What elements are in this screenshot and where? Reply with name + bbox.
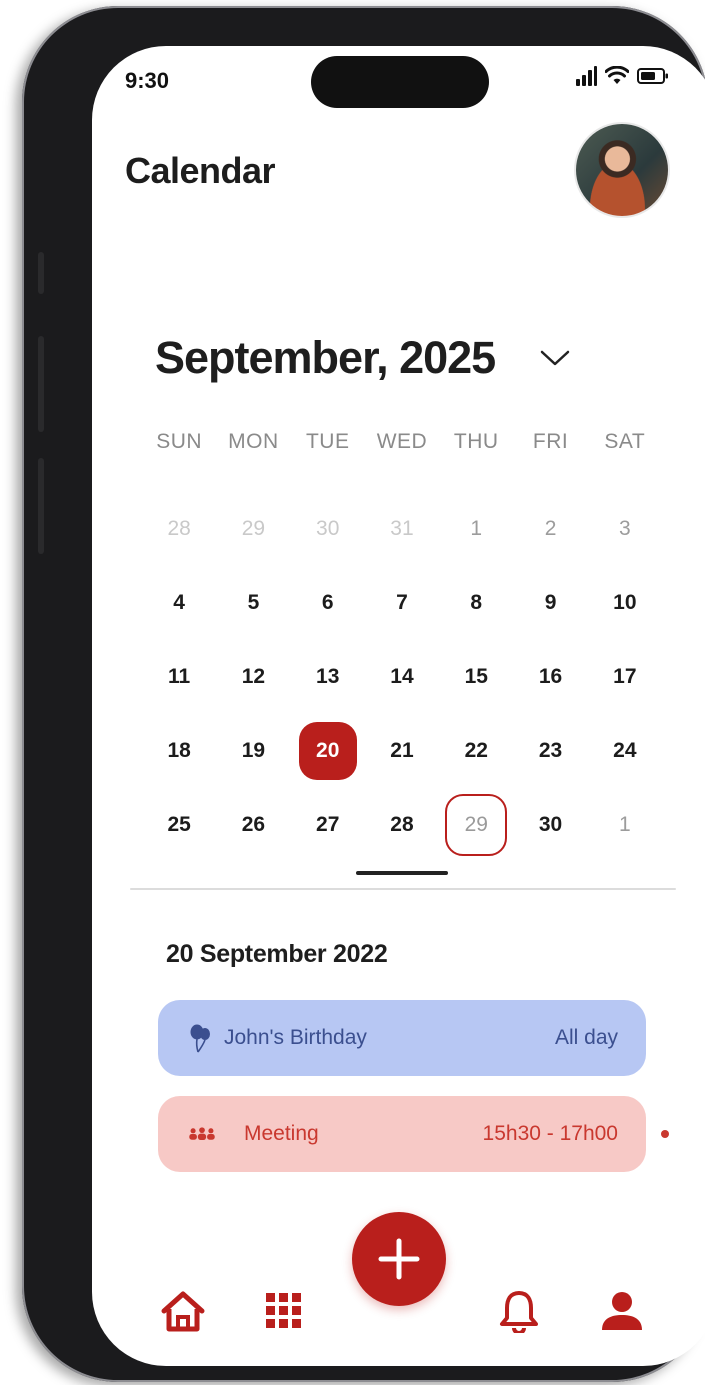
calendar-week: 25 26 27 28 29 30 1 bbox=[142, 788, 662, 862]
calendar-day[interactable]: 27 bbox=[291, 788, 365, 862]
calendar-day[interactable]: 21 bbox=[365, 714, 439, 788]
calendar-day[interactable]: 31 bbox=[365, 492, 439, 566]
calendar-day[interactable]: 30 bbox=[291, 492, 365, 566]
calendar-day[interactable]: 10 bbox=[588, 566, 662, 640]
month-dropdown-button[interactable] bbox=[537, 340, 573, 376]
calendar-grid: 28 29 30 31 1 2 3 4 5 6 7 8 9 10 11 12 1… bbox=[142, 492, 662, 862]
month-selector: September, 2025 bbox=[155, 332, 573, 384]
sheet-drag-handle[interactable] bbox=[356, 871, 448, 875]
dynamic-island bbox=[311, 56, 489, 108]
battery-icon bbox=[637, 68, 668, 84]
add-event-button[interactable] bbox=[352, 1212, 446, 1306]
calendar-day[interactable]: 30 bbox=[513, 788, 587, 862]
grid-icon bbox=[266, 1293, 301, 1328]
profile-icon bbox=[602, 1292, 642, 1330]
nav-profile[interactable] bbox=[597, 1286, 647, 1336]
nav-home[interactable] bbox=[158, 1286, 208, 1336]
home-icon bbox=[161, 1291, 205, 1332]
nav-notifications[interactable] bbox=[494, 1286, 544, 1336]
calendar-day[interactable]: 13 bbox=[291, 640, 365, 714]
calendar-week: 11 12 13 14 15 16 17 bbox=[142, 640, 662, 714]
page-title: Calendar bbox=[125, 150, 276, 191]
nav-apps[interactable] bbox=[259, 1286, 309, 1336]
weekday-label: TUE bbox=[305, 430, 350, 453]
calendar-day[interactable]: 6 bbox=[291, 566, 365, 640]
calendar-day[interactable]: 2 bbox=[513, 492, 587, 566]
bell-icon bbox=[500, 1291, 538, 1333]
calendar-day[interactable]: 1 bbox=[439, 492, 513, 566]
phone-frame: 9:30 Calendar September, 2025 SUN MON TU… bbox=[22, 6, 705, 1382]
calendar-day[interactable]: 11 bbox=[142, 640, 216, 714]
event-time: All day bbox=[554, 1026, 618, 1049]
calendar-day[interactable]: 14 bbox=[365, 640, 439, 714]
calendar-day[interactable]: 4 bbox=[142, 566, 216, 640]
calendar-day[interactable]: 9 bbox=[513, 566, 587, 640]
weekday-label: MON bbox=[228, 430, 279, 453]
weekday-label: SUN bbox=[156, 430, 203, 453]
calendar-day[interactable]: 3 bbox=[588, 492, 662, 566]
event-card-meeting[interactable]: Meeting 15h30 - 17h00 bbox=[158, 1096, 646, 1172]
calendar-day[interactable]: 28 bbox=[365, 788, 439, 862]
balloon-icon bbox=[188, 1023, 216, 1053]
calendar-day[interactable]: 23 bbox=[513, 714, 587, 788]
weekday-label: SAT bbox=[604, 430, 646, 453]
screen: 9:30 Calendar September, 2025 SUN MON TU… bbox=[92, 46, 705, 1366]
calendar-day-selected[interactable]: 20 bbox=[291, 714, 365, 788]
event-time: 15h30 - 17h00 bbox=[482, 1122, 618, 1145]
calendar-day[interactable]: 16 bbox=[513, 640, 587, 714]
calendar-day[interactable]: 29 bbox=[216, 492, 290, 566]
calendar-day[interactable]: 19 bbox=[216, 714, 290, 788]
calendar-day[interactable]: 5 bbox=[216, 566, 290, 640]
calendar-day[interactable]: 28 bbox=[142, 492, 216, 566]
group-icon bbox=[188, 1123, 216, 1145]
weekday-label: WED bbox=[376, 430, 428, 453]
calendar-day[interactable]: 12 bbox=[216, 640, 290, 714]
signal-icon bbox=[576, 66, 597, 86]
calendar-day[interactable]: 18 bbox=[142, 714, 216, 788]
month-label: September, 2025 bbox=[155, 332, 496, 383]
calendar-day[interactable]: 26 bbox=[216, 788, 290, 862]
event-indicator-dot bbox=[661, 1130, 669, 1138]
weekday-label: THU bbox=[453, 430, 499, 453]
weekday-label: FRI bbox=[532, 430, 569, 453]
side-button bbox=[38, 336, 44, 432]
status-icons bbox=[575, 66, 669, 86]
wifi-icon bbox=[605, 66, 629, 84]
calendar-week: 18 19 20 21 22 23 24 bbox=[142, 714, 662, 788]
calendar-day[interactable]: 24 bbox=[588, 714, 662, 788]
calendar-day[interactable]: 25 bbox=[142, 788, 216, 862]
calendar-day[interactable]: 17 bbox=[588, 640, 662, 714]
calendar-day[interactable]: 15 bbox=[439, 640, 513, 714]
calendar-day[interactable]: 1 bbox=[588, 788, 662, 862]
calendar-day[interactable]: 8 bbox=[439, 566, 513, 640]
agenda-date-heading: 20 September 2022 bbox=[166, 940, 388, 968]
event-title: Meeting bbox=[244, 1122, 319, 1145]
avatar[interactable] bbox=[576, 124, 668, 216]
calendar-day-marked[interactable]: 29 bbox=[439, 788, 513, 862]
event-card-birthday[interactable]: John's Birthday All day bbox=[158, 1000, 646, 1076]
status-time: 9:30 bbox=[125, 68, 170, 93]
add-icon bbox=[378, 1238, 420, 1280]
side-button bbox=[38, 252, 44, 294]
event-title: John's Birthday bbox=[224, 1026, 367, 1049]
calendar-day[interactable]: 7 bbox=[365, 566, 439, 640]
calendar-week: 28 29 30 31 1 2 3 bbox=[142, 492, 662, 566]
side-button bbox=[38, 458, 44, 554]
calendar-day[interactable]: 22 bbox=[439, 714, 513, 788]
divider bbox=[130, 888, 676, 890]
chevron-down-icon bbox=[540, 350, 570, 366]
weekday-header: SUN MON TUE WED THU FRI SAT bbox=[142, 430, 662, 454]
calendar-week: 4 5 6 7 8 9 10 bbox=[142, 566, 662, 640]
